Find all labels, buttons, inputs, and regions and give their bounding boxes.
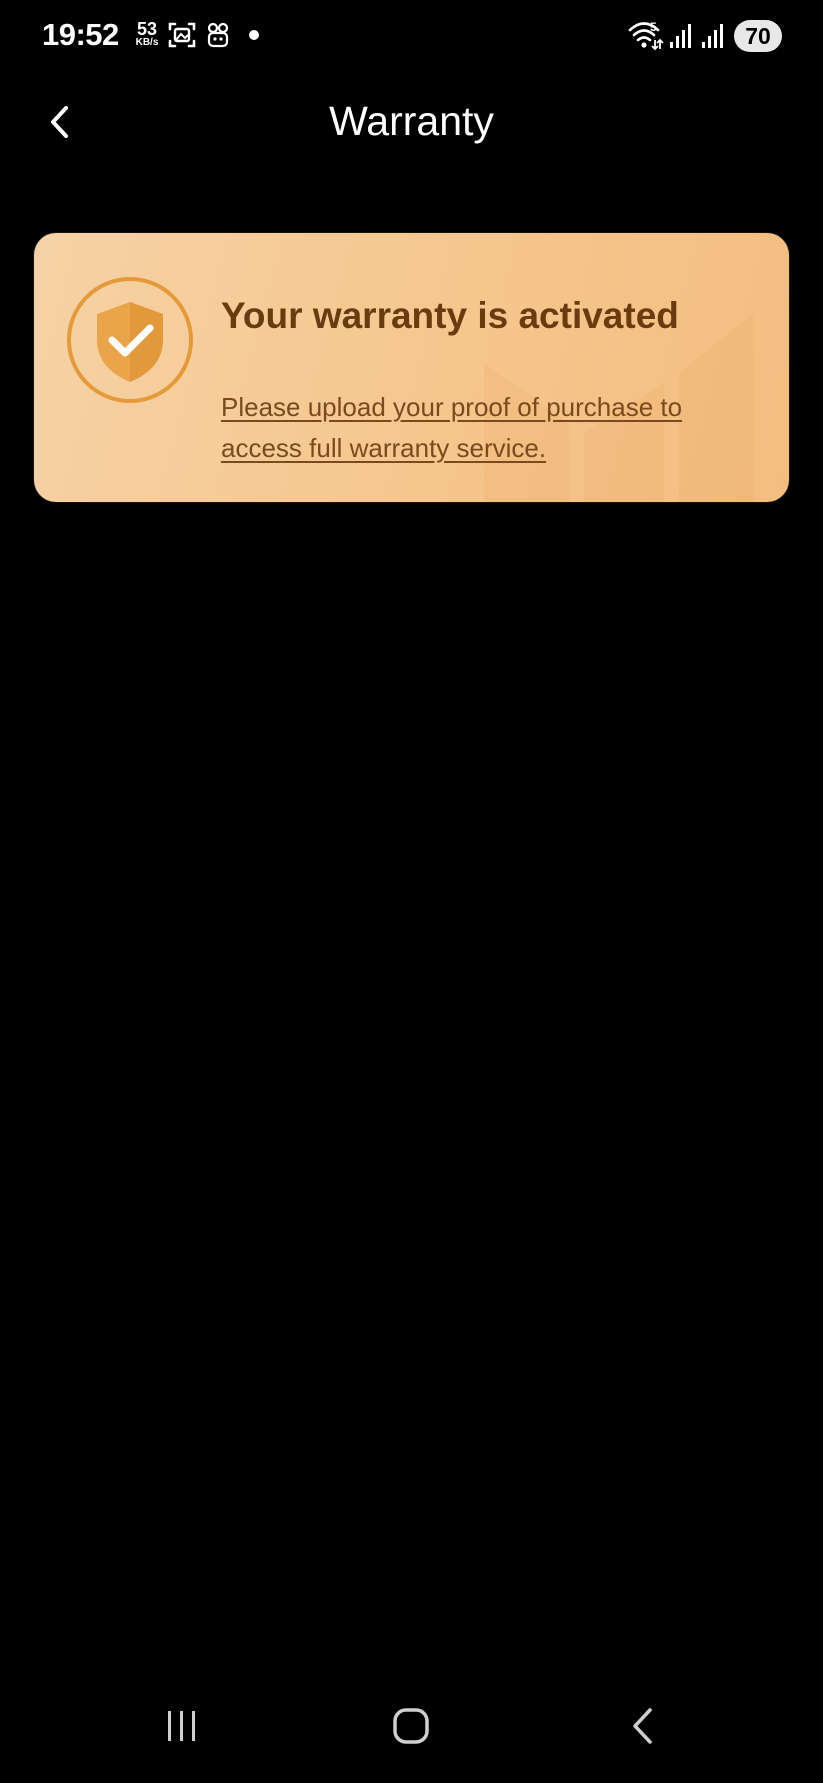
system-navigation-bar — [0, 1673, 823, 1783]
home-button[interactable] — [371, 1691, 451, 1761]
battery-level: 70 — [734, 20, 782, 52]
network-speed-unit: KB/s — [135, 37, 159, 48]
signal-icon — [670, 24, 691, 48]
shield-check-icon — [67, 277, 193, 403]
wifi-icon — [628, 22, 664, 51]
warranty-status-heading: Your warranty is activated — [221, 295, 679, 336]
app-bar: Warranty — [0, 80, 823, 164]
screenshot-icon — [168, 22, 196, 48]
app-notification-icon — [207, 22, 229, 48]
network-speed: 53 KB/s — [130, 20, 164, 48]
upload-proof-link[interactable]: Please upload your proof of purchase to … — [221, 387, 761, 469]
wifi-badge: 5 — [650, 20, 657, 34]
warranty-status-card: Your warranty is activated Please upload… — [34, 233, 789, 502]
back-icon — [633, 1708, 652, 1744]
back-nav-button[interactable] — [602, 1691, 682, 1761]
home-icon — [393, 1708, 429, 1744]
status-time: 19:52 — [42, 17, 119, 52]
recents-button[interactable] — [142, 1691, 222, 1761]
page-title: Warranty — [329, 98, 494, 144]
status-bar: 19:52 53 KB/s 5 70 — [0, 0, 823, 72]
notification-dot-icon — [249, 30, 259, 40]
signal-icon-secondary — [702, 24, 723, 48]
recents-icon — [168, 1711, 195, 1741]
network-speed-value: 53 — [136, 19, 158, 39]
